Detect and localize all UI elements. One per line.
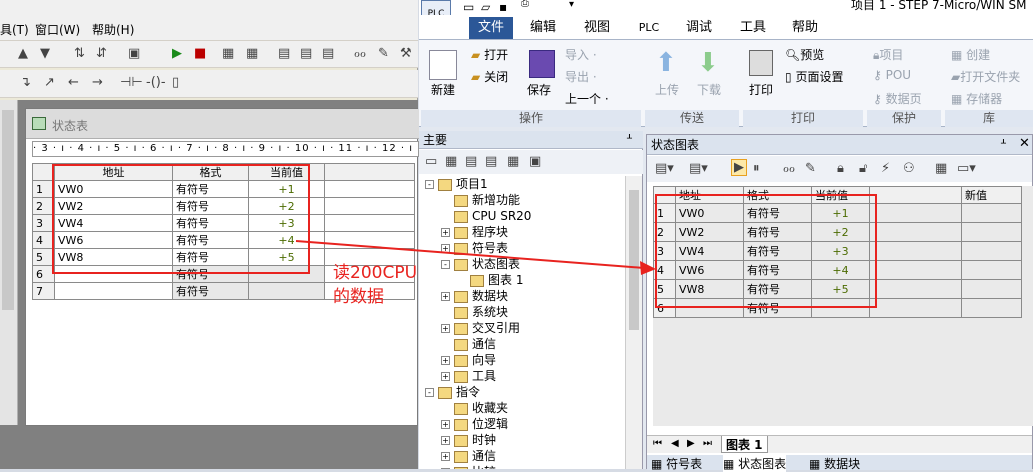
annotation-text: 读200CPU 的数据 [333, 261, 417, 309]
annotation-line-2: 的数据 [333, 287, 384, 307]
annotation-arrow [295, 240, 656, 275]
arrow-head [640, 261, 656, 275]
annotation-line-1: 读200CPU [333, 263, 418, 283]
